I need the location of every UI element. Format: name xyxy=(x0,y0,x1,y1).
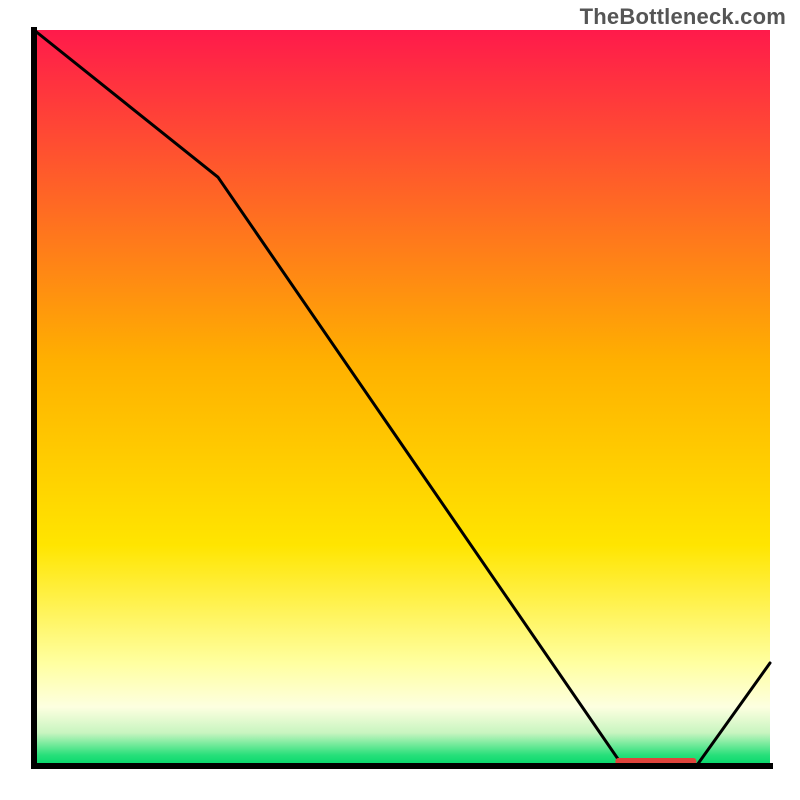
plot-background xyxy=(34,30,770,766)
bottleneck-chart xyxy=(0,0,800,800)
chart-container: { "attribution": "TheBottleneck.com", "c… xyxy=(0,0,800,800)
